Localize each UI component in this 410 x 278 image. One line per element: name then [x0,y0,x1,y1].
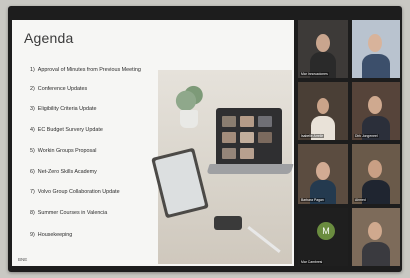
agenda-text: Eligibility Criteria Update [37,106,97,112]
agenda-text: Volvo Group Collaboration Update [37,189,120,195]
plant-image [174,84,204,112]
participant-tile[interactable]: Mar Innovaciones [298,20,348,78]
plant-pot-image [180,110,198,128]
agenda-item: 6) Net-Zero Skills Academy [30,169,97,175]
agenda-item: 9) Housekeeping [30,232,72,238]
agenda-text: Housekeeping [37,232,73,238]
phone-image [214,216,242,230]
agenda-text: Workin Groups Proposal [37,148,97,154]
agenda-text: Approval of Minutes from Previous Meetin… [37,67,141,73]
participant-tile[interactable]: Isabelle Arrelle [298,82,348,140]
agenda-item: 7) Volvo Group Collaboration Update [30,189,120,195]
participant-name: Barbara Pagan [300,198,325,202]
agenda-text: Conference Updates [37,86,88,92]
agenda-item: 8) Summer Courses in Valencia [30,210,107,216]
slide-photo [151,70,294,264]
agenda-item: 1) Approval of Minutes from Previous Mee… [30,67,141,73]
participant-tile[interactable]: Dirk Jongeneel [352,82,400,140]
participant-tile[interactable]: M Mar Cambresi [298,208,348,266]
agenda-number: 6) [30,169,35,175]
agenda-text: EC Budget Survery Update [37,127,103,133]
agenda-number: 8) [30,210,35,216]
agenda-number: 5) [30,148,35,154]
participant-tile[interactable] [352,208,400,266]
slide-footer: BNE [18,257,28,262]
participant-tile[interactable]: Barbara Pagan [298,144,348,204]
shared-slide: Agenda 1) Approval of Minutes from Previ… [12,20,294,266]
agenda-item: 4) EC Budget Survery Update [30,127,103,133]
participant-name: Mar Cambresi [300,260,324,264]
agenda-item: 3) Eligibility Criteria Update [30,106,97,112]
laptop-base-image [206,164,294,174]
tablet-image [151,147,209,219]
participant-tile[interactable]: Ahmed [352,144,400,204]
agenda-number: 3) [30,106,35,112]
laptop-image [216,108,282,166]
video-call-window: Agenda 1) Approval of Minutes from Previ… [8,6,402,272]
participant-name: Ahmed [354,198,367,202]
agenda-item: 5) Workin Groups Proposal [30,148,96,154]
agenda-number: 1) [30,67,35,73]
participant-tile[interactable] [352,20,400,78]
participant-name: Isabelle Arrelle [300,134,325,138]
slide-title: Agenda [24,30,74,46]
participant-name: Mar Innovaciones [300,72,329,76]
agenda-text: Summer Courses in Valencia [37,210,108,216]
agenda-number: 7) [30,189,35,195]
agenda-number: 9) [30,232,35,238]
participant-name: Dirk Jongeneel [354,134,379,138]
agenda-text: Net-Zero Skills Academy [37,169,97,175]
avatar: M [317,222,335,240]
agenda-number: 4) [30,127,35,133]
agenda-number: 2) [30,86,35,92]
pen-image [247,226,281,253]
agenda-item: 2) Conference Updates [30,86,87,92]
